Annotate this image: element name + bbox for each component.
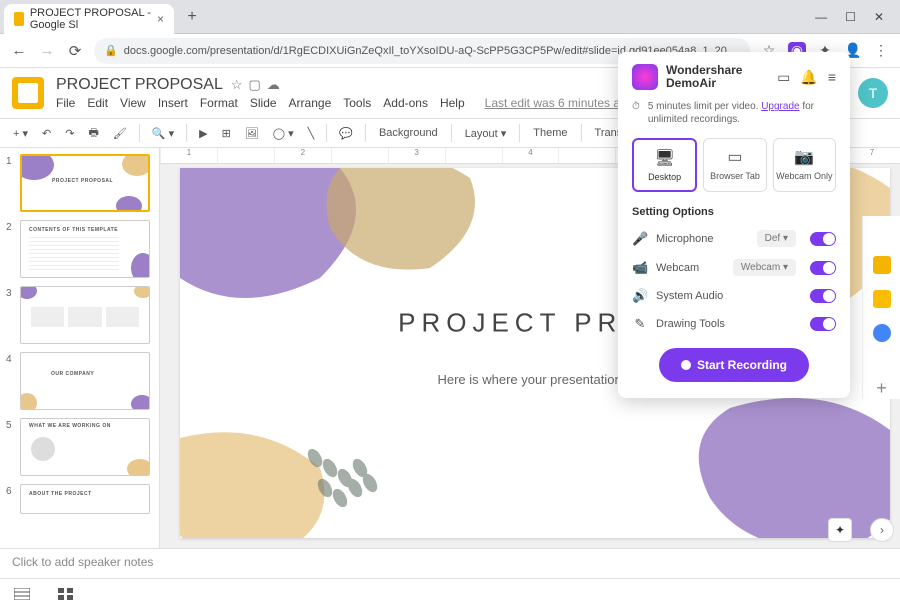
option-system-audio: 🔊 System Audio [632,288,836,304]
bell-icon[interactable]: 🔔 [800,69,817,86]
zoom-button[interactable]: 🔍 ▾ [147,124,179,143]
shape-button[interactable]: ◯ ▾ [268,124,299,143]
thumbnail-3[interactable] [20,286,150,344]
menu-edit[interactable]: Edit [87,96,108,110]
browser-tab-strip: PROJECT PROPOSAL - Google Sl × + — ☐ ✕ [0,0,900,34]
tab-title: PROJECT PROPOSAL - Google Sl [30,7,151,31]
lock-icon: 🔒 [104,44,118,57]
redo-button[interactable]: ↷ [60,124,79,143]
account-avatar[interactable]: T [858,78,888,108]
document-title[interactable]: PROJECT PROPOSAL [56,76,223,94]
minimize-icon[interactable]: — [815,10,827,24]
thumbnail-1[interactable]: PROJECT PROPOSAL [20,154,150,212]
mode-browser-tab[interactable]: ▭Browser Tab [703,138,766,192]
thumbnail-6[interactable]: ABOUT THE PROJECT [20,484,150,514]
camera-icon: 📷 [776,147,833,167]
tab-icon: ▭ [706,147,763,167]
menu-insert[interactable]: Insert [158,96,188,110]
menu-icon[interactable]: ≡ [828,69,836,86]
webcam-icon: 📹 [632,260,648,276]
option-drawing-tools: ✎ Drawing Tools [632,316,836,332]
drawing-toggle[interactable] [810,317,836,331]
extension-name: WondershareDemoAir [666,64,742,90]
webcam-select[interactable]: Webcam ▾ [733,259,796,276]
line-button[interactable]: ╲ [303,124,320,143]
filmstrip-view-icon[interactable] [14,588,30,600]
audio-toggle[interactable] [810,289,836,303]
library-icon[interactable]: ▭ [777,69,790,86]
tasks-icon[interactable] [873,324,891,342]
menu-bar: File Edit View Insert Format Slide Arran… [56,96,633,110]
chrome-menu-icon[interactable]: ⋮ [872,42,890,60]
explore-button[interactable]: ✦ [828,518,852,542]
image-button[interactable]: 🖼 [240,124,264,143]
pencil-icon: ✎ [632,316,648,332]
speaker-notes[interactable]: Click to add speaker notes [0,548,900,578]
add-panel-icon[interactable]: + [876,378,887,399]
grid-view-icon[interactable] [58,588,74,600]
new-slide-button[interactable]: + ▾ [8,124,33,143]
slides-logo-icon[interactable] [12,77,44,109]
side-panel: + [862,216,900,399]
comment-button[interactable]: 💬 [334,124,358,143]
menu-help[interactable]: Help [440,96,465,110]
star-document-icon[interactable]: ☆ [231,77,243,93]
speaker-icon: 🔊 [632,288,648,304]
menu-slide[interactable]: Slide [250,96,277,110]
menu-view[interactable]: View [120,96,146,110]
maximize-icon[interactable]: ☐ [845,10,856,24]
option-microphone: 🎤 Microphone Def ▾ [632,230,836,247]
last-edit-link[interactable]: Last edit was 6 minutes ago [485,96,634,110]
demoair-panel: WondershareDemoAir ▭ 🔔 ≡ ⏱ 5 minutes lim… [618,52,850,398]
select-tool-button[interactable]: ▶ [194,124,212,143]
mode-desktop[interactable]: 🖥Desktop [632,138,697,192]
background-button[interactable]: Background [373,124,444,142]
print-button[interactable]: 🖶 [83,121,103,146]
menu-file[interactable]: File [56,96,75,110]
upgrade-link[interactable]: Upgrade [761,101,799,112]
layout-button[interactable]: Layout ▾ [459,124,513,143]
settings-heading: Setting Options [632,206,836,218]
undo-button[interactable]: ↶ [37,124,56,143]
move-document-icon[interactable]: ▢ [249,77,261,93]
back-icon[interactable]: ← [10,42,28,59]
mic-toggle[interactable] [810,232,836,246]
theme-button[interactable]: Theme [527,124,573,142]
stopwatch-icon: ⏱ [632,100,640,126]
new-tab-button[interactable]: + [180,5,204,29]
option-webcam: 📹 Webcam Webcam ▾ [632,259,836,276]
mode-webcam-only[interactable]: 📷Webcam Only [773,138,836,192]
browser-tab[interactable]: PROJECT PROPOSAL - Google Sl × [4,4,174,34]
menu-arrange[interactable]: Arrange [289,96,332,110]
textbox-button[interactable]: ⊞ [217,124,236,143]
collapse-sidepanel-icon[interactable]: › [870,518,894,542]
close-tab-icon[interactable]: × [157,12,164,26]
cloud-status-icon: ☁ [267,77,280,93]
slide-thumbnails[interactable]: 1 PROJECT PROPOSAL 2 CONTENTS OF THIS TE… [0,148,160,548]
thumbnail-2[interactable]: CONTENTS OF THIS TEMPLATE [20,220,150,278]
forward-icon[interactable]: → [38,42,56,59]
calendar-icon[interactable] [873,256,891,274]
limit-notice: ⏱ 5 minutes limit per video. Upgrade for… [632,100,836,126]
window-controls: — ☐ ✕ [803,10,896,24]
microphone-icon: 🎤 [632,231,648,247]
slide-subtitle-text[interactable]: Here is where your presentation b [437,372,632,387]
menu-tools[interactable]: Tools [343,96,371,110]
monitor-icon: 🖥 [636,148,693,168]
start-recording-button[interactable]: Start Recording [659,348,809,382]
thumbnail-4[interactable]: OUR COMPANY [20,352,150,410]
menu-addons[interactable]: Add-ons [383,96,428,110]
paint-format-button[interactable]: 🖌 [108,124,132,143]
webcam-toggle[interactable] [810,261,836,275]
keep-icon[interactable] [873,290,891,308]
slides-favicon [14,12,24,26]
demoair-logo-icon [632,64,658,90]
bottom-bar [0,578,900,608]
mic-select[interactable]: Def ▾ [757,230,796,247]
menu-format[interactable]: Format [200,96,238,110]
thumbnail-5[interactable]: WHAT WE ARE WORKING ON [20,418,150,476]
reload-icon[interactable]: ⟳ [66,42,84,60]
close-window-icon[interactable]: ✕ [874,10,884,24]
